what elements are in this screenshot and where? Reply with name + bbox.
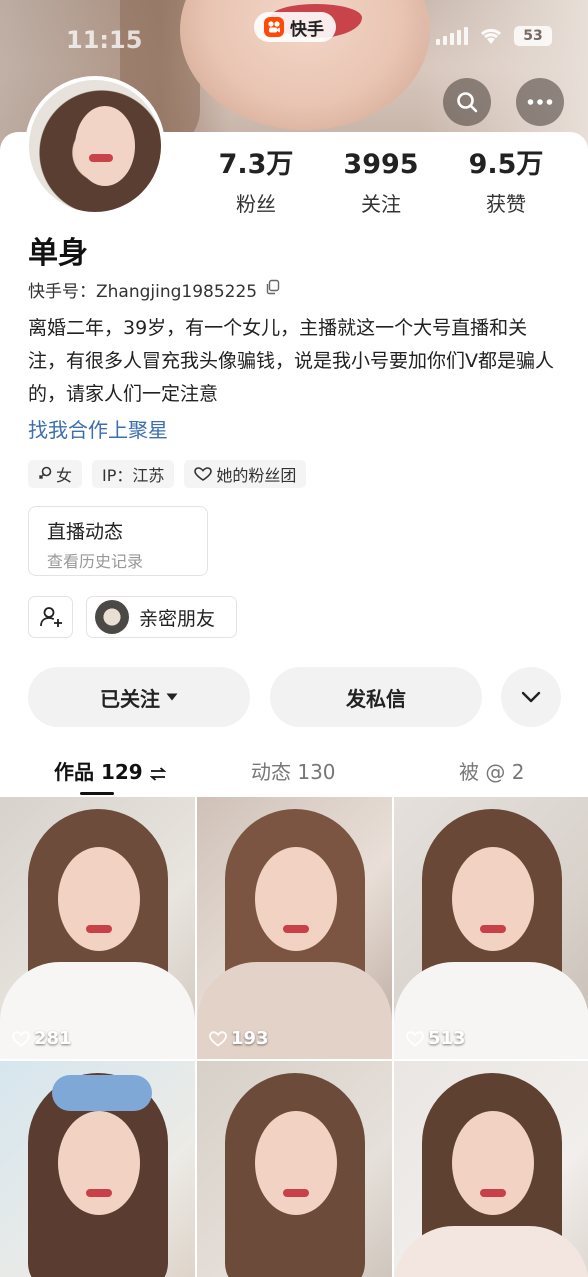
- tag-label: 她的粉丝团: [216, 466, 297, 485]
- close-friend-avatar: [95, 600, 129, 634]
- send-message-button[interactable]: 发私信: [270, 667, 482, 727]
- caret-down-icon: [166, 693, 178, 701]
- heart-outline-icon: [406, 1030, 424, 1047]
- brand-name: 快手: [290, 19, 324, 40]
- kuaishou-brand-pill[interactable]: 快手: [254, 12, 336, 42]
- cellular-signal-icon: [436, 27, 468, 45]
- stat-following[interactable]: 3995 关注: [321, 148, 441, 217]
- profile-tags: 女 IP：江苏 她的粉丝团: [28, 460, 307, 488]
- profile-avatar[interactable]: [25, 76, 165, 216]
- stat-label: 关注: [361, 192, 401, 216]
- work-item[interactable]: [197, 1061, 392, 1277]
- add-user-icon: [39, 607, 62, 627]
- chevron-down-icon: [521, 691, 541, 703]
- follow-label: 已关注: [100, 686, 160, 711]
- kuaishou-logo-icon: [264, 17, 284, 37]
- stat-followers[interactable]: 7.3万 粉丝: [196, 148, 316, 217]
- stat-value: 7.3万: [218, 149, 294, 180]
- search-icon: [457, 92, 478, 113]
- heart-outline-icon: [12, 1030, 30, 1047]
- collaboration-link[interactable]: 找我合作上聚星: [28, 414, 168, 443]
- work-item[interactable]: 193: [197, 797, 392, 1059]
- user-id-row: 快手号：Zhangjing1985225: [28, 277, 281, 302]
- more-options-button[interactable]: [516, 78, 564, 126]
- active-tab-indicator: [80, 792, 114, 795]
- tag-ip-location: IP：江苏: [92, 460, 175, 488]
- live-history-title: 直播动态: [47, 521, 124, 543]
- tag-label: 女: [56, 466, 73, 485]
- stat-value: 9.5万: [468, 149, 544, 180]
- tag-label: IP：江苏: [102, 466, 165, 485]
- tab-works[interactable]: 作品 129: [54, 756, 167, 785]
- work-likes: 513: [406, 1028, 466, 1049]
- close-friends-label: 亲密朋友: [139, 607, 216, 630]
- stat-likes[interactable]: 9.5万 获赞: [446, 148, 566, 217]
- work-likes: 193: [209, 1028, 269, 1049]
- tab-label: 作品 129: [54, 760, 143, 784]
- add-friend-button[interactable]: [28, 596, 73, 638]
- tab-moments[interactable]: 动态 130: [251, 756, 336, 785]
- work-likes-count: 193: [231, 1028, 269, 1049]
- search-button[interactable]: [443, 78, 491, 126]
- work-likes: 281: [12, 1028, 72, 1049]
- profile-bio: 离婚二年，39岁，有一个女儿，主播就这一个大号直播和关注，有很多人冒充我头像骗钱…: [28, 317, 554, 405]
- live-history-card[interactable]: 直播动态 查看历史记录: [28, 506, 208, 576]
- tab-mentions[interactable]: 被 @ 2: [459, 756, 524, 785]
- content-tabs: 作品 129 动态 130 被 @ 2: [0, 748, 588, 796]
- stat-label: 获赞: [486, 192, 526, 216]
- stat-value: 3995: [343, 149, 419, 180]
- status-time: 11:15: [66, 26, 143, 54]
- work-item[interactable]: 281: [0, 797, 195, 1059]
- work-likes-count: 513: [428, 1028, 466, 1049]
- stat-label: 粉丝: [236, 192, 276, 216]
- sort-toggle-icon[interactable]: [149, 766, 167, 781]
- more-dots-icon: [527, 99, 553, 105]
- profile-actions: 已关注 发私信: [28, 667, 562, 727]
- message-label: 发私信: [346, 686, 406, 711]
- battery-icon: 53: [514, 26, 552, 46]
- profile-stats: 7.3万 粉丝 3995 关注 9.5万 获赞: [196, 148, 566, 217]
- tag-fan-club[interactable]: 她的粉丝团: [184, 460, 307, 488]
- user-id-text: 快手号：Zhangjing1985225: [28, 282, 258, 302]
- copy-icon[interactable]: [265, 279, 281, 300]
- female-icon: [38, 466, 52, 480]
- wifi-icon: [478, 26, 504, 46]
- work-item[interactable]: [394, 1061, 588, 1277]
- tag-gender: 女: [28, 460, 83, 488]
- heart-outline-icon: [209, 1030, 227, 1047]
- follow-status-button[interactable]: 已关注: [28, 667, 250, 727]
- work-likes-count: 281: [34, 1028, 72, 1049]
- heart-icon: [194, 467, 213, 481]
- close-friends-button[interactable]: 亲密朋友: [86, 596, 237, 638]
- work-item[interactable]: 513: [394, 797, 588, 1059]
- expand-recommendations-button[interactable]: [501, 667, 561, 727]
- live-history-subtitle: 查看历史记录: [47, 552, 144, 571]
- profile-nickname: 单身: [28, 236, 88, 271]
- status-icons: 53: [436, 26, 552, 46]
- work-item[interactable]: [0, 1061, 195, 1277]
